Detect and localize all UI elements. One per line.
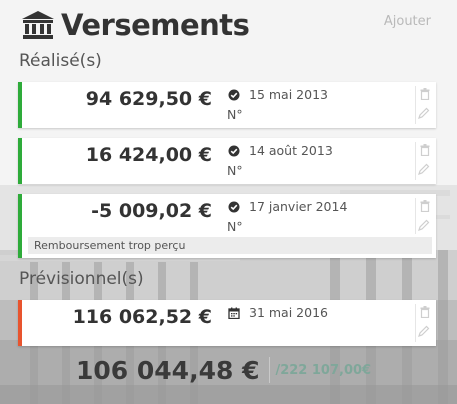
payment-card[interactable]: 16 424,00 € 14 août 2013 N° — [18, 138, 436, 184]
delete-icon[interactable] — [420, 144, 430, 156]
card-divider — [415, 304, 416, 342]
payment-number: N° — [227, 163, 243, 178]
delete-icon[interactable] — [420, 306, 430, 318]
card-divider — [415, 198, 416, 234]
edit-icon[interactable] — [418, 107, 430, 119]
forecast-date: 31 mai 2016 — [249, 305, 328, 320]
edit-icon[interactable] — [418, 325, 430, 337]
total-amount: 106 044,48 € — [76, 355, 260, 385]
payment-amount: -5 009,02 € — [91, 200, 212, 222]
totals-divider — [269, 357, 271, 383]
totals-row: 106 044,48 € /222 107,00€ — [76, 352, 371, 388]
bank-icon — [22, 11, 54, 39]
payment-amount: 16 424,00 € — [85, 144, 212, 166]
forecast-payment-card[interactable]: 116 062,52 € 31 mai 2016 — [18, 300, 436, 346]
calendar-icon — [228, 307, 240, 319]
section-forecast-label: Prévisionnel(s) — [19, 269, 144, 289]
target-amount: /222 107,00€ — [275, 362, 372, 378]
payment-card[interactable]: 94 629,50 € 15 mai 2013 N° — [18, 82, 436, 128]
section-realised-label: Réalisé(s) — [19, 51, 102, 71]
payment-date: 15 mai 2013 — [249, 87, 328, 102]
page-title: Versements — [61, 8, 250, 42]
payment-date: 17 janvier 2014 — [249, 199, 348, 214]
check-circle-icon — [228, 145, 240, 157]
check-circle-icon — [228, 201, 240, 213]
payment-number: N° — [227, 107, 243, 122]
payment-number: N° — [227, 219, 243, 234]
page-header: Versements — [21, 5, 250, 45]
payment-date: 14 août 2013 — [249, 143, 333, 158]
add-payment-link[interactable]: Ajouter — [384, 14, 431, 29]
forecast-amount: 116 062,52 € — [72, 306, 212, 328]
card-divider — [415, 86, 416, 124]
edit-icon[interactable] — [418, 163, 430, 175]
check-circle-icon — [228, 89, 240, 101]
delete-icon[interactable] — [420, 200, 430, 212]
payment-comment: Remboursement trop perçu — [28, 237, 432, 254]
edit-icon[interactable] — [418, 219, 430, 231]
card-divider — [415, 142, 416, 180]
payment-amount: 94 629,50 € — [85, 88, 212, 110]
delete-icon[interactable] — [420, 88, 430, 100]
payment-card[interactable]: -5 009,02 € 17 janvier 2014 N° Rembourse… — [18, 194, 436, 258]
